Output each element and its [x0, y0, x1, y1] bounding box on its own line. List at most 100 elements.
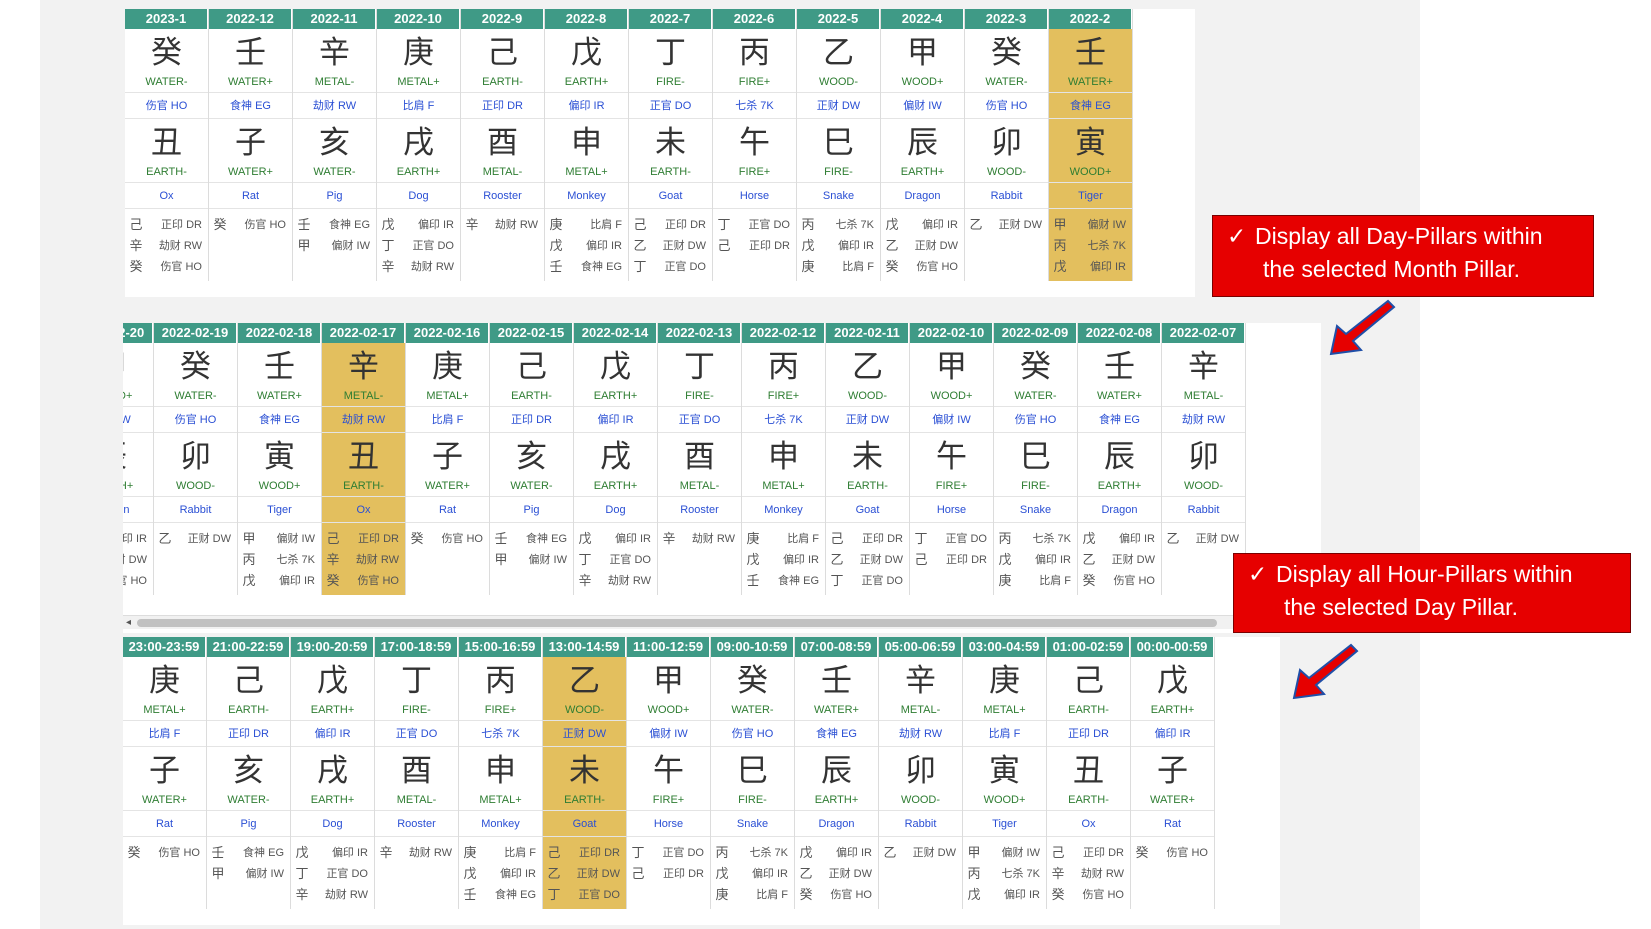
month-pillar-header[interactable]: 2022-8: [545, 9, 628, 29]
month-pillar-header[interactable]: 2023-1: [125, 9, 208, 29]
hour-pillar-column[interactable]: 01:00-02:59 己 EARTH- 正印 DR 丑 EARTH- Ox 己正印 DR 辛劫…: [1047, 637, 1131, 909]
day-pillar-header[interactable]: 2022-02-17: [322, 323, 405, 343]
day-pillar-column[interactable]: 2022-02-14 戊 EARTH+ 偏印 IR 戌 EARTH+ Dog 戊偏印 IR 丁正…: [574, 323, 658, 595]
month-pillar-header[interactable]: 2022-6: [713, 9, 796, 29]
hidden-stems: 辛 劫财 RW: [375, 837, 458, 909]
hour-pillar-header[interactable]: 11:00-12:59: [627, 637, 710, 657]
month-pillar-header[interactable]: 2022-7: [629, 9, 712, 29]
month-pillar-header[interactable]: 2022-10: [377, 9, 460, 29]
hour-pillar-column[interactable]: 11:00-12:59 甲 WOOD+ 偏财 IW 午 FIRE+ Horse 丁 正官 DO 己…: [627, 637, 711, 909]
day-pillar-column[interactable]: 2022-02-18 壬 WATER+ 食神 EG 寅 WOOD+ Tiger 甲 偏财 IW 丙…: [238, 323, 322, 595]
month-pillar-column[interactable]: 2022-10 庚 METAL+ 比肩 F 戌 EARTH+ Dog 戊 偏印 IR 丁 正官 DO…: [377, 9, 461, 281]
month-pillar-header[interactable]: 2022-12: [209, 9, 292, 29]
day-pillar-header[interactable]: 2022-02-15: [490, 323, 573, 343]
hour-pillar-column[interactable]: 15:00-16:59 丙 FIRE+ 七杀 7K 申 METAL+ Monkey 庚 比肩 F…: [459, 637, 543, 909]
hour-pillar-column[interactable]: 19:00-20:59 戊 EARTH+ 偏印 IR 戌 EARTH+ Dog 戊偏印 IR 丁…: [291, 637, 375, 909]
day-pillars-grid: 2022-02-20甲WOOD+偏财 IW辰EARTH+Dragon戊偏印 IR…: [123, 323, 1246, 595]
day-pillar-column[interactable]: 2022-02-08 壬 WATER+ 食神 EG 辰 EARTH+ Dragon 戊 偏印 I…: [1078, 323, 1162, 595]
day-pillar-column[interactable]: 2022-02-16 庚 METAL+ 比肩 F 子 WATER+ Rat 癸 伤官 HO: [406, 323, 490, 595]
hour-pillar-column[interactable]: 05:00-06:59 辛 METAL- 劫财 RW 卯 WOOD- Rabbit 乙 正财 D…: [879, 637, 963, 909]
month-pillar-column[interactable]: 2022-11 辛 METAL- 劫财 RW 亥 WATER- Pig 壬 食神 EG 甲 偏财 I…: [293, 9, 377, 281]
stem-ten-god: 偏印 IR: [291, 721, 374, 747]
scrollbar-thumb[interactable]: [137, 619, 1217, 627]
hour-pillar-header[interactable]: 00:00-00:59: [1131, 637, 1214, 657]
heavenly-stem: 戊: [571, 35, 602, 71]
hour-pillar-column[interactable]: 21:00-22:59 己 EARTH- 正印 DR 亥 WATER- Pig 壬 食神 EG 甲…: [207, 637, 291, 909]
day-pillar-column[interactable]: 2022-02-19 癸 WATER- 伤官 HO 卯 WOOD- Rabbit 乙 正财 DW: [154, 323, 238, 595]
day-pillar-column[interactable]: 2022-02-13 丁 FIRE- 正官 DO 酉 METAL- Rooster 辛 劫财 R…: [658, 323, 742, 595]
day-pillar-header[interactable]: 2022-02-07: [1162, 323, 1245, 343]
hour-pillar-header[interactable]: 15:00-16:59: [459, 637, 542, 657]
stem-ten-god: 比肩 F: [406, 407, 489, 433]
hidden-stem-row: 丙 七杀 7K: [238, 550, 321, 571]
hour-pillar-header[interactable]: 21:00-22:59: [207, 637, 290, 657]
day-pillar-header[interactable]: 2022-02-09: [994, 323, 1077, 343]
hour-pillar-header[interactable]: 03:00-04:59: [963, 637, 1046, 657]
day-pillar-column[interactable]: 2022-02-15 己 EARTH- 正印 DR 亥 WATER- Pig 壬 食神 EG 甲 偏…: [490, 323, 574, 595]
earthly-branch: 巳: [737, 753, 768, 789]
hour-pillar-header[interactable]: 17:00-18:59: [375, 637, 458, 657]
day-pillar-header[interactable]: 2022-02-12: [742, 323, 825, 343]
month-pillar-column[interactable]: 2022-5 乙 WOOD- 正财 DW 巳 FIRE- Snake 丙 七杀 7K 戊 偏印 IR…: [797, 9, 881, 281]
hour-pillar-column[interactable]: 13:00-14:59 乙 WOOD- 正财 DW 未 EARTH- Goat 己正印 DR 乙…: [543, 637, 627, 909]
hidden-stem-row: 己 正印 DR: [910, 550, 993, 571]
day-pillar-header[interactable]: 2022-02-14: [574, 323, 657, 343]
month-pillar-column[interactable]: 2022-8 戊 EARTH+ 偏印 IR 申 METAL+ Monkey 庚比肩 F 戊偏印 …: [545, 9, 629, 281]
branch-element: FIRE+: [713, 163, 796, 183]
month-pillar-column[interactable]: 2022-12 壬 WATER+ 食神 EG 子 WATER+ Rat 癸伤官 HO: [209, 9, 293, 281]
month-pillar-column[interactable]: 2022-4 甲 WOOD+ 偏财 IW 辰 EARTH+ Dragon 戊 偏印 IR 乙 正财 …: [881, 9, 965, 281]
hidden-stem-char: 己: [326, 532, 340, 547]
day-pillar-column[interactable]: 2022-02-09 癸 WATER- 伤官 HO 巳 FIRE- Snake 丙 七杀 7K 戊…: [994, 323, 1078, 595]
hour-pillar-header[interactable]: 07:00-08:59: [795, 637, 878, 657]
hidden-stem-god: 正财 DW: [998, 219, 1042, 231]
hour-pillar-header[interactable]: 01:00-02:59: [1047, 637, 1130, 657]
hidden-stem-god: 正印 DR: [358, 533, 399, 545]
month-pillar-header[interactable]: 2022-5: [797, 9, 880, 29]
month-pillar-header[interactable]: 2022-2: [1049, 9, 1132, 29]
month-pillar-header[interactable]: 2022-4: [881, 9, 964, 29]
month-pillar-header[interactable]: 2022-9: [461, 9, 544, 29]
day-pillar-header[interactable]: 2022-02-18: [238, 323, 321, 343]
hidden-stem-char: 癸: [213, 218, 227, 233]
hidden-stem-god: 伤官 HO: [1082, 889, 1124, 901]
day-pillar-header[interactable]: 2022-02-10: [910, 323, 993, 343]
branch-element: EARTH+: [377, 163, 460, 183]
month-pillar-column[interactable]: 2022-7 丁 FIRE- 正官 DO 未 EARTH- Goat 己正印 DR 乙正财 DW…: [629, 9, 713, 281]
day-pillar-header[interactable]: 2022-02-13: [658, 323, 741, 343]
day-pillars-scrollbar[interactable]: ◂: [123, 615, 1321, 629]
hour-pillars-grid: 23:00-23:59 庚 METAL+ 比肩 F 子 WATER+ Rat 癸伤官 HO 21…: [123, 637, 1215, 909]
day-pillar-column[interactable]: 2022-02-10 甲 WOOD+ 偏财 IW 午 FIRE+ Horse 丁 正官 DO 己 正…: [910, 323, 994, 595]
day-pillar-column[interactable]: 2022-02-20甲WOOD+偏财 IW辰EARTH+Dragon戊偏印 IR…: [123, 323, 154, 595]
month-pillar-column[interactable]: 2022-9 己 EARTH- 正印 DR 酉 METAL- Rooster 辛 劫财 RW: [461, 9, 545, 281]
month-pillar-column[interactable]: 2023-1 癸 WATER- 伤官 HO 丑 EARTH- Ox 己正印 DR 辛劫财 RW 癸…: [125, 9, 209, 281]
scroll-left-arrow-icon[interactable]: ◂: [126, 616, 131, 630]
day-pillar-header[interactable]: 2022-02-11: [826, 323, 909, 343]
day-pillar-header[interactable]: 2022-02-20: [123, 323, 153, 343]
hidden-stem-row: 辛 劫财 RW: [658, 529, 741, 550]
day-pillar-header[interactable]: 2022-02-19: [154, 323, 237, 343]
month-pillar-header[interactable]: 2022-3: [965, 9, 1048, 29]
hour-pillar-header[interactable]: 05:00-06:59: [879, 637, 962, 657]
stem-element: EARTH-: [1047, 701, 1130, 721]
hidden-stem-row: 乙正财 DW: [123, 550, 153, 571]
hour-pillar-column[interactable]: 00:00-00:59 戊 EARTH+ 偏印 IR 子 WATER+ Rat 癸 伤官 HO: [1131, 637, 1215, 909]
hidden-stem-row: 辛 劫财 RW: [574, 571, 657, 592]
month-pillar-column[interactable]: 2022-6 丙 FIRE+ 七杀 7K 午 FIRE+ Horse 丁正官 DO 己正印 DR: [713, 9, 797, 281]
hour-pillar-header[interactable]: 23:00-23:59: [123, 637, 206, 657]
hour-pillar-column[interactable]: 07:00-08:59 壬 WATER+ 食神 EG 辰 EARTH+ Dragon 戊 偏印 …: [795, 637, 879, 909]
day-pillar-column[interactable]: 2022-02-11 乙 WOOD- 正财 DW 未 EARTH- Goat 己正印 DR 乙正…: [826, 323, 910, 595]
day-pillar-column[interactable]: 2022-02-17 辛 METAL- 劫财 RW 丑 EARTH- Ox 己正印 DR 辛劫财…: [322, 323, 406, 595]
day-pillar-header[interactable]: 2022-02-16: [406, 323, 489, 343]
day-pillar-column[interactable]: 2022-02-12 丙 FIRE+ 七杀 7K 申 METAL+ Monkey 庚 比肩 F 戊…: [742, 323, 826, 595]
hour-pillar-header[interactable]: 13:00-14:59: [543, 637, 626, 657]
hour-pillar-column[interactable]: 03:00-04:59 庚 METAL+ 比肩 F 寅 WOOD+ Tiger 甲 偏财 IW 丙…: [963, 637, 1047, 909]
day-pillar-header[interactable]: 2022-02-08: [1078, 323, 1161, 343]
hour-pillar-column[interactable]: 23:00-23:59 庚 METAL+ 比肩 F 子 WATER+ Rat 癸 伤官 HO: [123, 637, 207, 909]
hour-pillar-column[interactable]: 17:00-18:59 丁 FIRE- 正官 DO 酉 METAL- Rooster 辛 劫财 …: [375, 637, 459, 909]
hour-pillar-header[interactable]: 09:00-10:59: [711, 637, 794, 657]
hour-pillar-column[interactable]: 09:00-10:59 癸 WATER- 伤官 HO 巳 FIRE- Snake 丙 七杀 7K…: [711, 637, 795, 909]
month-pillar-column[interactable]: 2022-2 壬 WATER+ 食神 EG 寅 WOOD+ Tiger 甲 偏财 IW 丙 七杀 7…: [1049, 9, 1133, 281]
month-pillar-column[interactable]: 2022-3 癸 WATER- 伤官 HO 卯 WOOD- Rabbit 乙 正财 DW: [965, 9, 1049, 281]
hour-pillar-header[interactable]: 19:00-20:59: [291, 637, 374, 657]
month-pillar-header[interactable]: 2022-11: [293, 9, 376, 29]
